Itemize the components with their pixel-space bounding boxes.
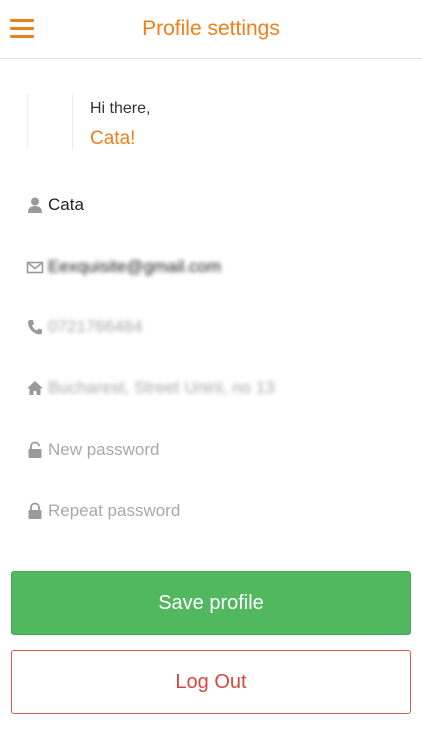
repeat-password-input[interactable] [48,501,368,521]
address-field[interactable]: Bucharest, Street Unirii, no 13 [48,378,275,398]
lock-icon [26,502,44,520]
new-password-row[interactable] [26,437,396,465]
person-icon [26,196,44,214]
envelope-icon [26,258,44,276]
address-field-row[interactable]: Bucharest, Street Unirii, no 13 [26,375,396,403]
lock-open-icon [26,441,44,459]
name-field[interactable]: Cata [48,195,84,215]
home-icon [26,379,44,397]
email-field[interactable]: Eexquisite@gmail.com [48,257,221,277]
email-field-row[interactable]: Eexquisite@gmail.com [26,254,396,282]
phone-field[interactable]: 0721766484 [48,317,143,337]
greeting-text: Hi there, [90,100,151,117]
phone-field-row[interactable]: 0721766484 [26,314,396,342]
username-text: Cata! [90,128,136,149]
save-profile-button[interactable]: Save profile [11,571,411,635]
page-title: Profile settings [142,17,280,40]
header-bar: Profile settings [0,0,422,59]
repeat-password-row[interactable] [26,498,396,526]
phone-icon [26,318,44,336]
new-password-input[interactable] [48,440,368,460]
avatar[interactable] [27,93,73,149]
log-out-button[interactable]: Log Out [11,650,411,714]
name-field-row[interactable]: Cata [26,192,396,220]
